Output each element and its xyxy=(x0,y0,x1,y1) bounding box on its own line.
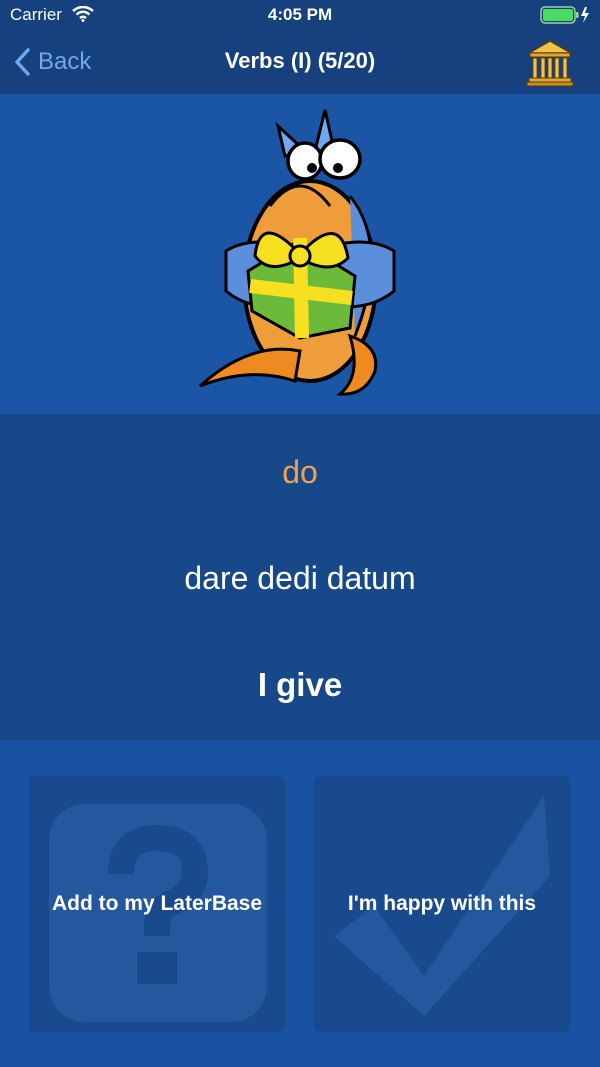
add-to-laterbase-button[interactable]: Add to my LaterBase xyxy=(29,776,285,1032)
principal-parts: dare dedi datum xyxy=(184,560,416,596)
action-area: Add to my LaterBase I'm happy with this xyxy=(0,740,600,1067)
latin-word: do xyxy=(282,454,318,490)
happy-with-this-button[interactable]: I'm happy with this xyxy=(314,776,570,1032)
clock: 4:05 PM xyxy=(267,5,333,24)
temple-icon[interactable] xyxy=(526,38,574,88)
happy-with-this-label: I'm happy with this xyxy=(347,892,537,915)
add-to-laterbase-label: Add to my LaterBase xyxy=(51,892,263,915)
page-title: Verbs (I) (5/20) xyxy=(224,48,376,73)
status-bar: Carrier 4:05 PM xyxy=(0,0,600,32)
illustration-area xyxy=(0,94,600,414)
translation: I give xyxy=(257,666,343,703)
word-card: do dare dedi datum I give xyxy=(0,414,600,740)
navigation-bar: Back Verbs (I) (5/20) xyxy=(0,32,600,94)
cartoon-bird-with-gift-illustration xyxy=(198,109,396,396)
battery-icon xyxy=(540,6,589,24)
